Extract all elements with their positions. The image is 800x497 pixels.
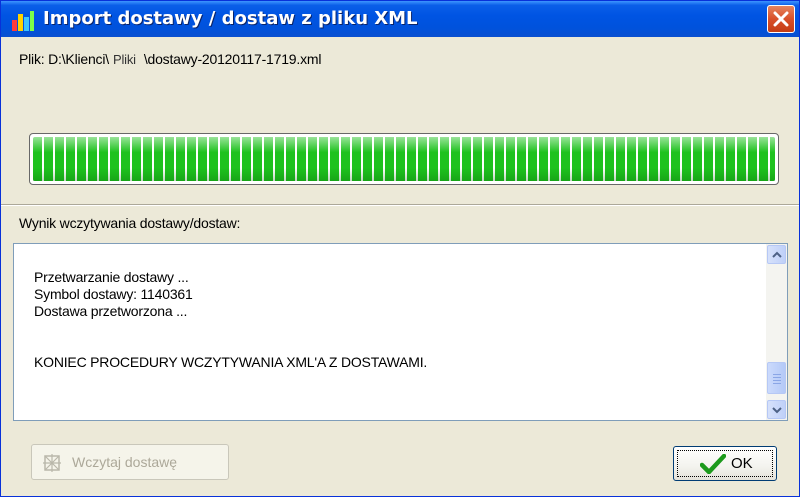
load-delivery-button[interactable]: Wczytaj dostawę: [31, 444, 229, 480]
chevron-down-icon: [772, 407, 782, 414]
load-delivery-label: Wczytaj dostawę: [72, 454, 178, 470]
window-title: Import dostawy / dostaw z pliku XML: [43, 8, 418, 29]
ok-label: OK: [731, 455, 753, 472]
import-icon: [43, 454, 61, 472]
scroll-thumb[interactable]: [767, 362, 786, 394]
file-path-filename: \dostawy-20120117-1719.xml: [143, 51, 322, 67]
log-scrollbar[interactable]: [766, 244, 787, 420]
chevron-up-icon: [772, 251, 782, 258]
file-path-prefix: Plik: D:\Klienci\: [19, 51, 109, 67]
scroll-up-button[interactable]: [767, 245, 786, 264]
result-log-text: Przetwarzanie dostawy ... Symbol dostawy…: [34, 269, 428, 370]
ok-button[interactable]: OK: [673, 446, 777, 481]
result-log[interactable]: Przetwarzanie dostawy ... Symbol dostawy…: [13, 243, 788, 421]
progress-bar: [29, 133, 779, 185]
result-label: Wynik wczytywania dostawy/dostaw:: [19, 215, 241, 231]
close-icon: [773, 11, 789, 27]
progress-fill: [33, 137, 775, 181]
checkmark-icon: [700, 454, 726, 474]
title-bar[interactable]: Import dostawy / dostaw z pliku XML: [1, 1, 799, 37]
file-path: Plik: D:\Klienci\ Pliki \dostawy-20120117-…: [19, 51, 321, 67]
file-path-folder: Pliki: [112, 52, 136, 67]
import-dialog: Import dostawy / dostaw z pliku XML Plik…: [0, 0, 800, 497]
scroll-down-button[interactable]: [767, 400, 786, 419]
close-button[interactable]: [767, 5, 795, 33]
app-icon: [12, 11, 34, 31]
section-divider: [1, 204, 799, 206]
